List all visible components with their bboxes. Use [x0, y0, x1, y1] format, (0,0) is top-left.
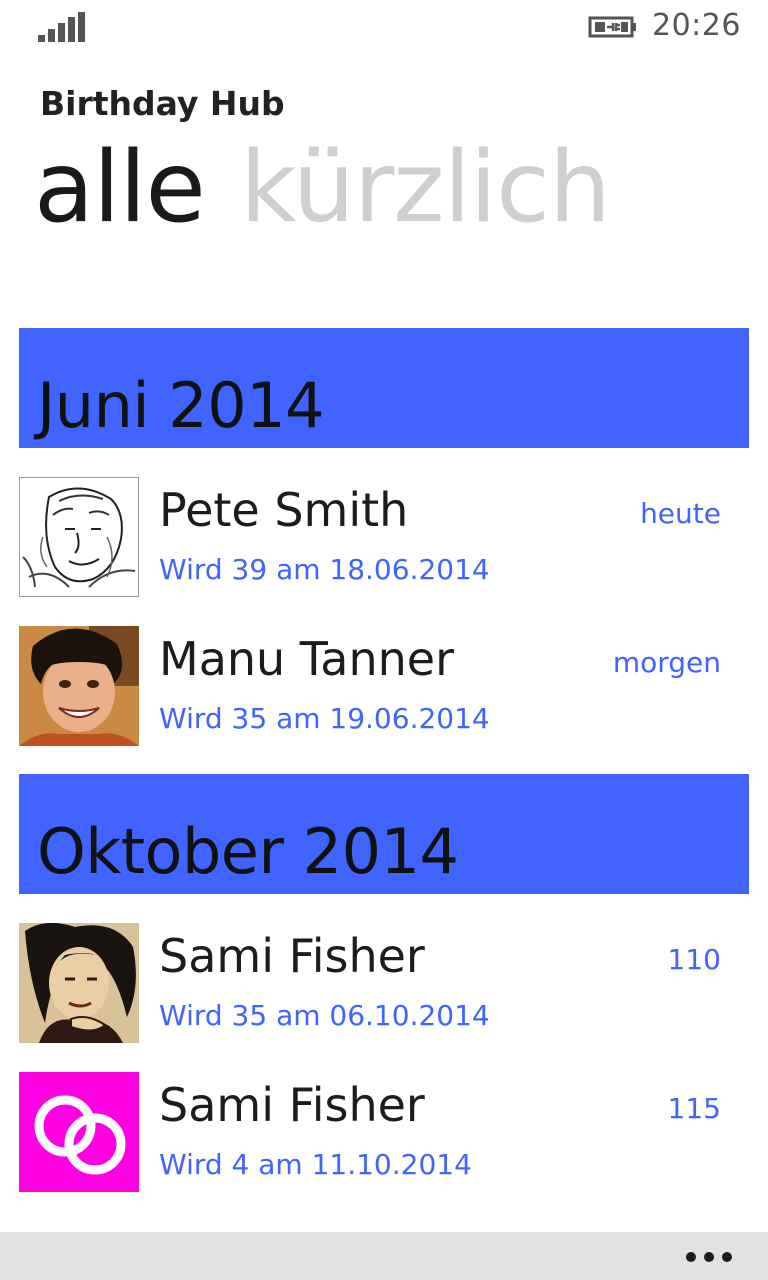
days-until: heute	[640, 497, 721, 530]
birthday-detail: Wird 35 am 19.06.2014	[159, 702, 490, 735]
birthday-detail: Wird 39 am 18.06.2014	[159, 553, 490, 586]
list-item[interactable]: Manu Tanner Wird 35 am 19.06.2014 morgen	[19, 626, 749, 746]
app-bar	[0, 1232, 768, 1280]
group-header-juni[interactable]: Juni 2014	[19, 328, 749, 448]
pivot-tab-alle[interactable]: alle	[34, 130, 206, 248]
birthday-detail: Wird 35 am 06.10.2014	[159, 999, 490, 1032]
battery-charging-icon	[588, 16, 636, 38]
contact-name: Sami Fisher	[159, 1078, 425, 1132]
contact-name: Pete Smith	[159, 483, 409, 537]
signal-strength-icon	[38, 12, 86, 42]
avatar	[19, 477, 139, 597]
screen: 20:26 Birthday Hub alle kürzlich Juni 20…	[0, 0, 768, 1280]
pivot-tab-kurzlich[interactable]: kürzlich	[240, 130, 611, 248]
avatar	[19, 923, 139, 1043]
avatar	[19, 626, 139, 746]
app-title: Birthday Hub	[40, 84, 285, 123]
contact-name: Manu Tanner	[159, 632, 455, 686]
days-until: morgen	[612, 646, 721, 679]
days-until: 110	[667, 943, 721, 976]
more-ellipsis-icon[interactable]	[686, 1252, 732, 1262]
group-header-oktober[interactable]: Oktober 2014	[19, 774, 749, 894]
list-item[interactable]: Pete Smith Wird 39 am 18.06.2014 heute	[19, 477, 749, 597]
list-item[interactable]: Sami Fisher Wird 4 am 11.10.2014 115	[19, 1072, 749, 1192]
wedding-rings-icon	[19, 1072, 139, 1192]
contact-name: Sami Fisher	[159, 929, 425, 983]
days-until: 115	[667, 1092, 721, 1125]
birthday-detail: Wird 4 am 11.10.2014	[159, 1148, 472, 1181]
clock: 20:26	[652, 8, 741, 43]
group-header-label: Oktober 2014	[37, 815, 459, 888]
list-item[interactable]: Sami Fisher Wird 35 am 06.10.2014 110	[19, 923, 749, 1043]
group-header-label: Juni 2014	[37, 369, 325, 442]
